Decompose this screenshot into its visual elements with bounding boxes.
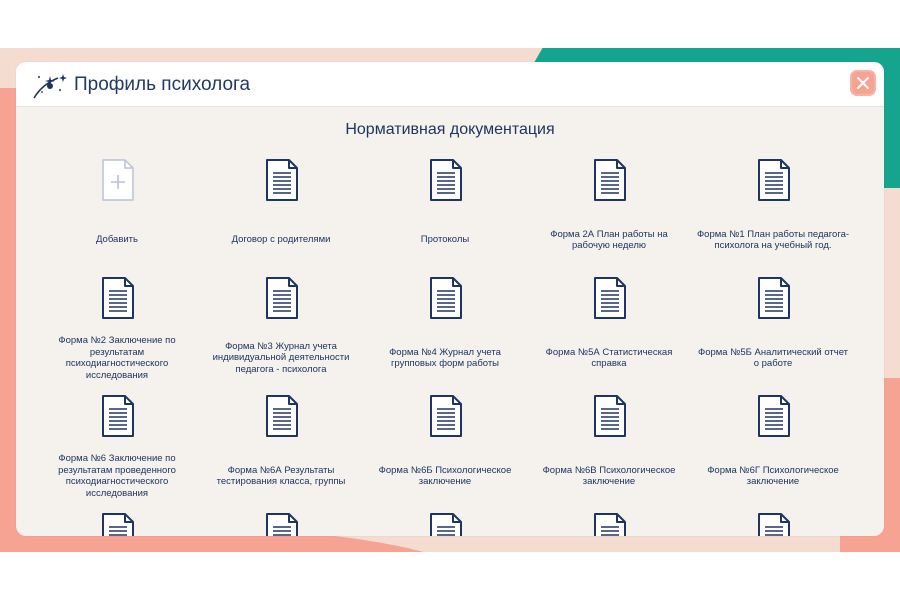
document-icon: [593, 158, 627, 202]
document-icon: [429, 394, 463, 438]
close-button[interactable]: [850, 70, 876, 96]
document-label: Протоколы: [420, 234, 470, 246]
logo-icon: [33, 74, 67, 99]
document-label: Форма 2А План работы на рабочую неделю: [550, 228, 668, 252]
document-tile[interactable]: [363, 512, 527, 536]
document-tile[interactable]: Форма №3 Журнал учета индивидуальной дея…: [199, 276, 363, 394]
document-label: Форма №4 Журнал учета групповых форм раб…: [389, 346, 501, 370]
document-label: Добавить: [96, 234, 138, 246]
document-tile[interactable]: [35, 512, 199, 536]
document-icon: [101, 276, 135, 320]
document-tile[interactable]: Форма №6А Результаты тестирования класса…: [199, 394, 363, 512]
document-label: Форма №6А Результаты тестирования класса…: [216, 464, 346, 488]
document-icon: [757, 158, 791, 202]
document-label: Форма №5А Статистическая справка: [545, 346, 673, 370]
document-icon: [101, 512, 135, 536]
document-icon: [429, 512, 463, 536]
document-icon: [593, 512, 627, 536]
add-document-icon: [101, 158, 135, 202]
document-icon: [265, 276, 299, 320]
document-tile[interactable]: Форма №1 План работы педагога- психолога…: [691, 158, 855, 276]
document-tile[interactable]: [691, 512, 855, 536]
content-area: Нормативная документация Добавить Договор…: [16, 106, 884, 536]
document-label: Форма №2 Заключение по результатам психо…: [58, 335, 176, 381]
document-tile[interactable]: Форма №5А Статистическая справка: [527, 276, 691, 394]
document-label: Форма №5Б Аналитический отчет о работе: [697, 346, 849, 370]
document-icon: [757, 394, 791, 438]
document-tile[interactable]: Протоколы: [363, 158, 527, 276]
document-label: Форма №6 Заключение по результатам прове…: [58, 453, 176, 499]
documents-grid: Добавить Договор с родителями Протоколы Фор…: [35, 158, 859, 536]
document-icon: [265, 158, 299, 202]
document-tile[interactable]: [527, 512, 691, 536]
document-label: Форма №6Г Психологическое заключение: [707, 464, 839, 488]
document-tile[interactable]: Форма №6 Заключение по результатам прове…: [35, 394, 199, 512]
document-icon: [429, 158, 463, 202]
document-icon: [593, 276, 627, 320]
document-label: Форма №1 План работы педагога- психолога…: [696, 228, 850, 252]
document-label: Договор с родителями: [231, 234, 331, 246]
document-icon: [265, 394, 299, 438]
document-tile[interactable]: Форма №6В Психологическое заключение: [527, 394, 691, 512]
document-icon: [265, 512, 299, 536]
section-title: Нормативная документация: [345, 121, 555, 138]
document-label: Форма №6Б Психологическое заключение: [378, 464, 512, 488]
document-icon: [593, 394, 627, 438]
document-tile[interactable]: Форма №2 Заключение по результатам психо…: [35, 276, 199, 394]
document-icon: [757, 512, 791, 536]
document-tile[interactable]: Форма №6Б Психологическое заключение: [363, 394, 527, 512]
document-label: Форма №3 Журнал учета индивидуальной дея…: [212, 340, 350, 375]
document-tile[interactable]: Форма №4 Журнал учета групповых форм раб…: [363, 276, 527, 394]
document-tile[interactable]: Договор с родителями: [199, 158, 363, 276]
document-icon: [757, 276, 791, 320]
close-icon: [857, 77, 869, 89]
document-icon: [101, 394, 135, 438]
document-tile[interactable]: Форма №5Б Аналитический отчет о работе: [691, 276, 855, 394]
document-tile[interactable]: Форма 2А План работы на рабочую неделю: [527, 158, 691, 276]
app-title: Профиль психолога: [74, 74, 251, 95]
document-tile[interactable]: Форма №6Г Психологическое заключение: [691, 394, 855, 512]
document-tile[interactable]: [199, 512, 363, 536]
title-bar: Профиль психолога: [16, 62, 884, 107]
add-document-tile[interactable]: Добавить: [35, 158, 199, 276]
app-window: Профиль психолога Нормативная документац…: [16, 62, 884, 536]
document-icon: [429, 276, 463, 320]
document-label: Форма №6В Психологическое заключение: [542, 464, 676, 488]
